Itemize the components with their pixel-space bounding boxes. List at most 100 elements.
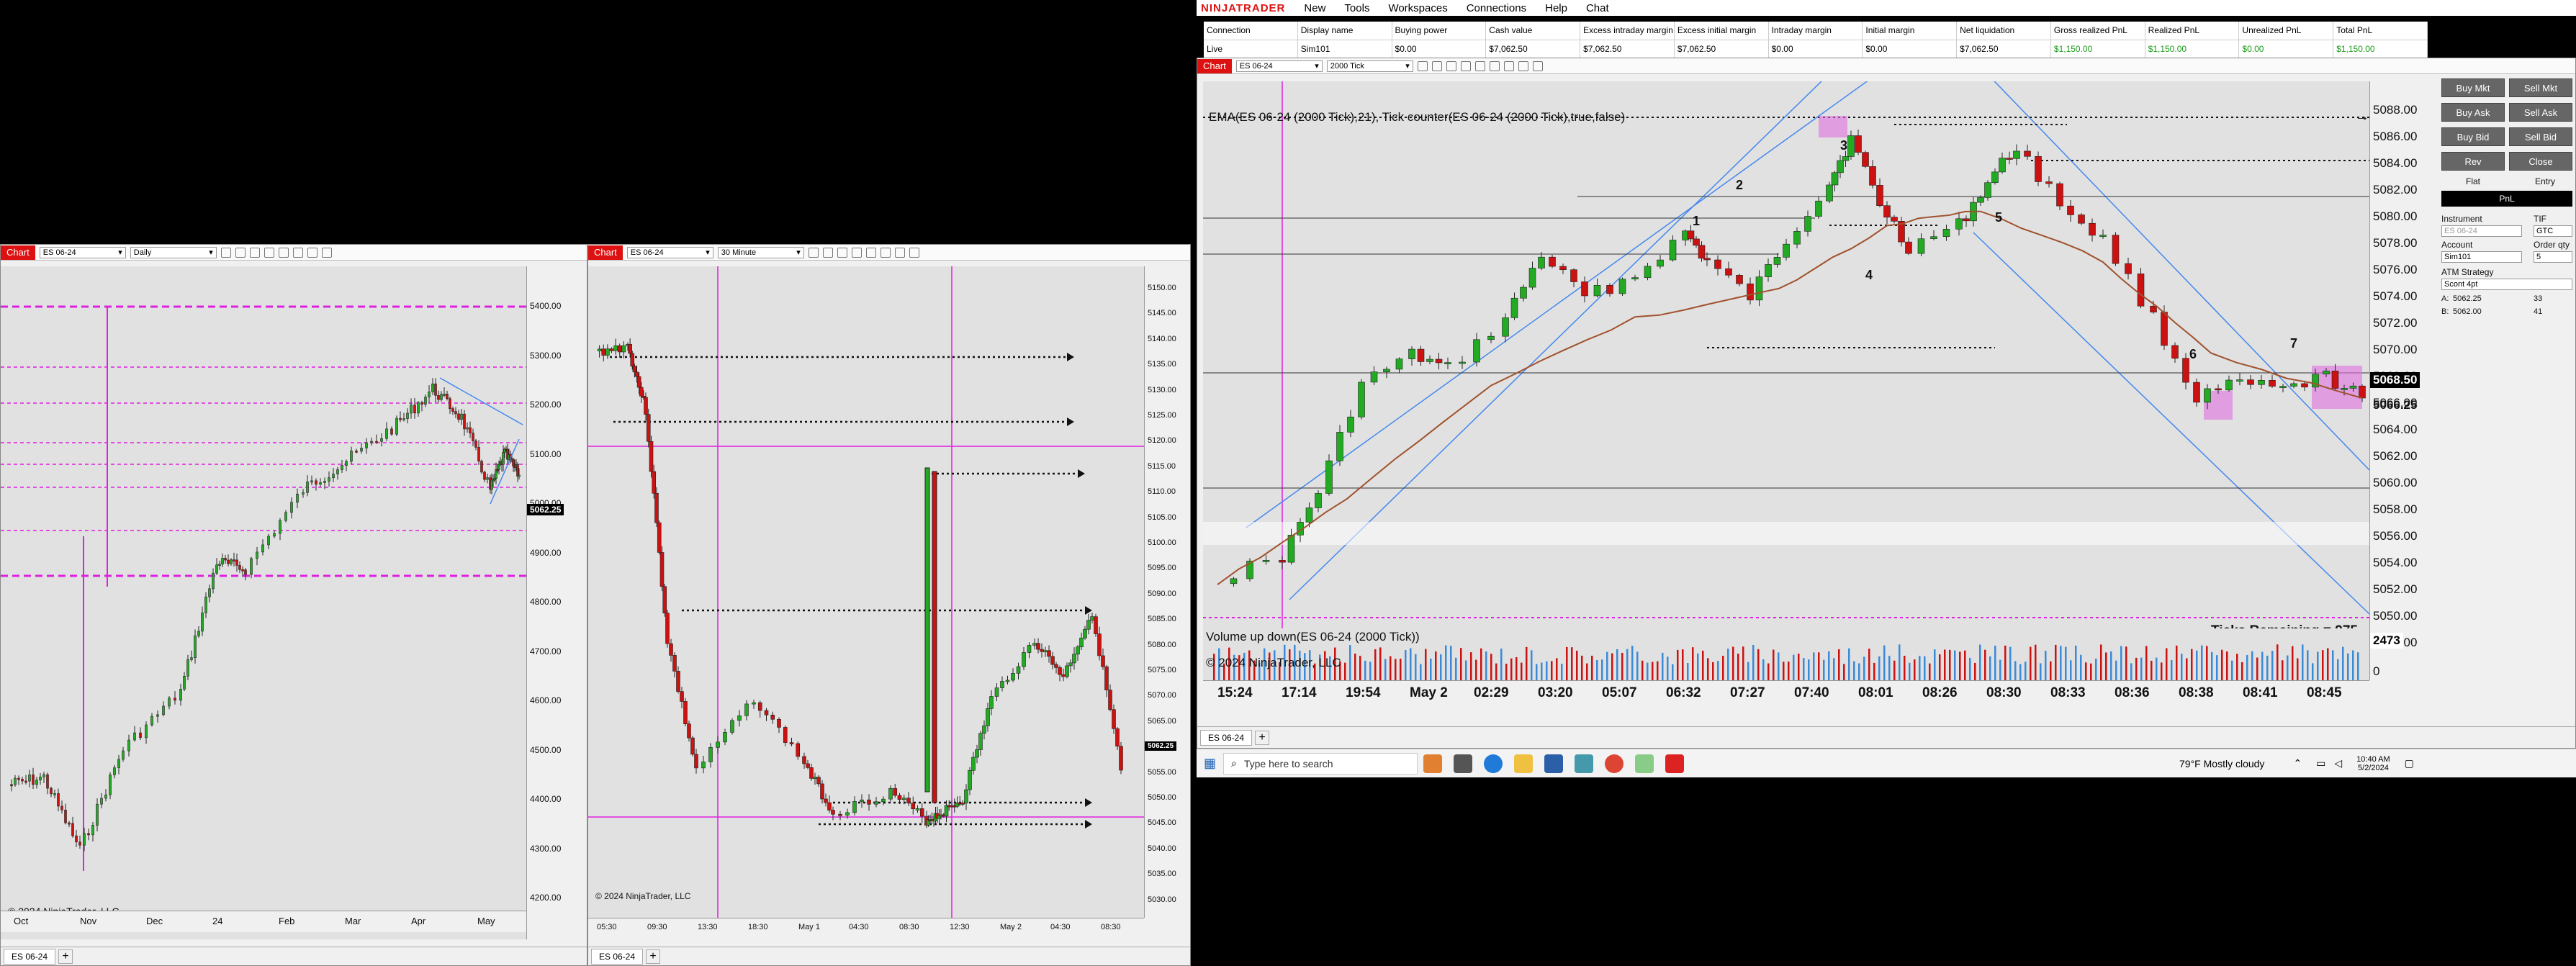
edge-browser-icon[interactable] bbox=[1484, 754, 1503, 773]
pencil-icon[interactable] bbox=[1431, 60, 1442, 71]
instrument-select[interactable]: ES 06-24 ▾ bbox=[626, 246, 713, 258]
file-explorer-icon[interactable] bbox=[1514, 754, 1534, 773]
accounts-header-cell[interactable]: Cash value bbox=[1486, 22, 1581, 40]
period-select[interactable]: 30 Minute ▾ bbox=[717, 246, 804, 258]
period-select[interactable]: Daily ▾ bbox=[130, 246, 217, 258]
accounts-header-cell[interactable]: Intraday margin bbox=[1769, 22, 1863, 40]
accounts-header-cell[interactable]: Total PnL bbox=[2333, 22, 2428, 40]
accounts-header-cell[interactable]: Initial margin bbox=[1863, 22, 1958, 40]
close-button[interactable]: Close bbox=[2509, 152, 2572, 171]
notifications-icon[interactable]: ▢ bbox=[2405, 757, 2414, 769]
app-icon[interactable] bbox=[1575, 754, 1594, 773]
indicator-icon[interactable] bbox=[1489, 60, 1500, 71]
period-select[interactable]: 2000 Tick ▾ bbox=[1326, 60, 1413, 72]
menu-new[interactable]: New bbox=[1304, 2, 1325, 14]
buy-ask-button[interactable]: Buy Ask bbox=[2441, 103, 2505, 122]
accounts-header-cell[interactable]: Excess intraday margin bbox=[1580, 22, 1675, 40]
sell-market-button[interactable]: Sell Mkt bbox=[2509, 78, 2572, 97]
tab-es-06-24[interactable]: ES 06-24 bbox=[1200, 729, 1253, 746]
accounts-header-cell[interactable]: Unrealized PnL bbox=[2239, 22, 2334, 40]
chart-trader-icon[interactable] bbox=[1532, 60, 1543, 71]
add-tab-button[interactable]: + bbox=[1255, 730, 1270, 745]
indicator-icon[interactable] bbox=[292, 247, 303, 258]
network-icon[interactable]: ▭ bbox=[2316, 757, 2325, 769]
volume-panel[interactable]: Volume up down(ES 06-24 (2000 Tick)) © 2… bbox=[1203, 628, 2369, 680]
buy-bid-button[interactable]: Buy Bid bbox=[2441, 127, 2505, 146]
accounts-header-cell[interactable]: Net liquidation bbox=[1957, 22, 2051, 40]
daily-plot-area[interactable]: © 2024 NinjaTrader, LLC bbox=[1, 266, 526, 939]
accounts-data-row[interactable]: Live Sim101 $0.00 $7,062.50 $7,062.50 $7,062.… bbox=[1204, 40, 2428, 59]
tick-time-axis[interactable]: 15:24 17:14 19:54 May 2 02:29 03:20 05:07 06:32… bbox=[1203, 680, 2369, 706]
add-tab-button[interactable]: + bbox=[58, 949, 73, 964]
menu-chat[interactable]: Chat bbox=[1586, 2, 1609, 14]
volume-icon[interactable]: ◁ bbox=[2334, 757, 2342, 769]
menu-workspaces[interactable]: Workspaces bbox=[1388, 2, 1447, 14]
atm-strategy-select[interactable]: Scont 4pt bbox=[2441, 279, 2572, 290]
app-icon[interactable] bbox=[1635, 754, 1654, 773]
tab-es-06-24[interactable]: ES 06-24 bbox=[4, 948, 56, 965]
app-icon[interactable] bbox=[1423, 754, 1443, 773]
properties-icon[interactable] bbox=[909, 247, 919, 258]
strategy-icon[interactable] bbox=[307, 247, 318, 258]
chart-tag[interactable]: Chart bbox=[588, 245, 623, 260]
chevron-up-icon[interactable]: ⌃ bbox=[2293, 757, 2302, 769]
account-select[interactable]: Sim101 bbox=[2441, 251, 2522, 263]
windows-start-icon[interactable]: ▦ bbox=[1204, 756, 1216, 771]
accounts-header-cell[interactable]: Gross realized PnL bbox=[2051, 22, 2145, 40]
clock[interactable]: 10:40 AM 5/2/2024 bbox=[2356, 755, 2390, 772]
bar-type-icon[interactable] bbox=[808, 247, 819, 258]
zoom-in-icon[interactable] bbox=[1446, 60, 1456, 71]
tab-es-06-24[interactable]: ES 06-24 bbox=[591, 948, 644, 965]
daily-price-axis[interactable]: 5400.00 5300.00 5200.00 5100.00 5000.00 4900.… bbox=[526, 266, 587, 939]
menu-tools[interactable]: Tools bbox=[1344, 2, 1369, 14]
pencil-icon[interactable] bbox=[822, 247, 833, 258]
crosshair-icon[interactable] bbox=[865, 247, 876, 258]
zoom-out-icon[interactable] bbox=[1460, 60, 1471, 71]
tif-select[interactable]: GTC bbox=[2534, 225, 2572, 237]
buy-market-button[interactable]: Buy Mkt bbox=[2441, 78, 2505, 97]
30m-price-axis[interactable]: 5150.00 5145.00 5140.00 5135.00 5130.00 5125.… bbox=[1144, 266, 1190, 918]
zoom-out-icon[interactable] bbox=[851, 247, 862, 258]
sell-ask-button[interactable]: Sell Ask bbox=[2509, 103, 2572, 122]
properties-icon[interactable] bbox=[1518, 60, 1528, 71]
zoom-in-icon[interactable] bbox=[837, 247, 847, 258]
bar-type-icon[interactable] bbox=[220, 247, 231, 258]
crosshair-icon[interactable] bbox=[278, 247, 289, 258]
accounts-header-cell[interactable]: Realized PnL bbox=[2145, 22, 2240, 40]
accounts-header-cell[interactable]: Connection bbox=[1204, 22, 1298, 40]
accounts-header-cell[interactable]: Buying power bbox=[1392, 22, 1487, 40]
order-qty-input[interactable]: 5 bbox=[2534, 251, 2572, 263]
zoom-out-icon[interactable] bbox=[264, 247, 274, 258]
indicator-icon[interactable] bbox=[880, 247, 891, 258]
strategy-icon[interactable] bbox=[1503, 60, 1514, 71]
instrument-selector[interactable]: ES 06-24 bbox=[2441, 225, 2522, 237]
taskbar-search[interactable]: ⌕ Type here to search bbox=[1223, 752, 1418, 775]
menu-help[interactable]: Help bbox=[1545, 2, 1567, 14]
ninjatrader-icon[interactable] bbox=[1665, 754, 1685, 773]
accounts-header-cell[interactable]: Excess initial margin bbox=[1675, 22, 1769, 40]
zoom-in-icon[interactable] bbox=[249, 247, 260, 258]
sell-bid-button[interactable]: Sell Bid bbox=[2509, 127, 2572, 146]
reverse-button[interactable]: Rev bbox=[2441, 152, 2505, 171]
chart-tag[interactable]: Chart bbox=[1197, 58, 1232, 73]
properties-icon[interactable] bbox=[321, 247, 332, 258]
30m-time-axis[interactable]: 05:30 09:30 13:30 18:30 May 1 04:30 08:30 12:30… bbox=[588, 918, 1144, 939]
bar-type-icon[interactable] bbox=[1417, 60, 1428, 71]
chart-tag[interactable]: Chart bbox=[1, 245, 35, 260]
add-tab-button[interactable]: + bbox=[646, 949, 661, 964]
instrument-select[interactable]: ES 06-24 ▾ bbox=[39, 246, 126, 258]
store-icon[interactable] bbox=[1544, 754, 1564, 773]
daily-time-axis[interactable]: Oct Nov Dec 24 Feb Mar Apr May bbox=[1, 911, 526, 932]
accounts-header-cell[interactable]: Display name bbox=[1298, 22, 1392, 40]
task-view-icon[interactable] bbox=[1454, 754, 1473, 773]
crosshair-icon[interactable] bbox=[1474, 60, 1485, 71]
30m-plot-area[interactable]: © 2024 NinjaTrader, LLC bbox=[588, 266, 1144, 918]
instrument-select[interactable]: ES 06-24 ▾ bbox=[1235, 60, 1323, 72]
strategy-icon[interactable] bbox=[894, 247, 905, 258]
tick-price-axis[interactable]: 5088.00 5086.00 5084.00 5082.00 5080.00 5078.… bbox=[2369, 81, 2420, 680]
pencil-icon[interactable] bbox=[235, 247, 246, 258]
tick-plot-area[interactable]: 1 2 3 4 5 6 7 → EMA(ES 06-24 (2000 Tick),21), T… bbox=[1203, 58, 2370, 638]
menu-connections[interactable]: Connections bbox=[1467, 2, 1526, 14]
chrome-browser-icon[interactable] bbox=[1605, 754, 1624, 773]
weather-widget[interactable]: 79°F Mostly cloudy bbox=[2179, 758, 2264, 769]
